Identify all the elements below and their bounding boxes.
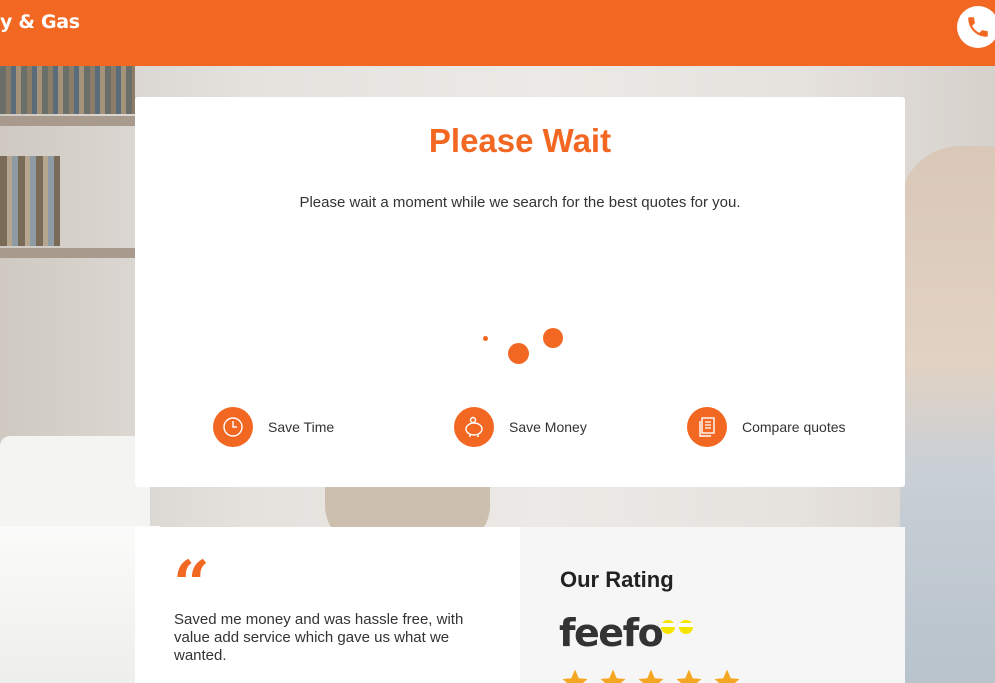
loading-message: Please wait a moment while we search for… xyxy=(299,194,741,211)
bookshelf-shelf xyxy=(0,248,135,258)
quote-icon: “ xyxy=(173,547,210,622)
top-header: y & Gas xyxy=(0,0,995,66)
phone-icon xyxy=(968,17,988,37)
bookshelf-books xyxy=(0,66,135,114)
feature-label: Save Money xyxy=(509,419,587,435)
feefo-logo[interactable]: feefo xyxy=(559,611,664,655)
star-icon xyxy=(600,669,626,683)
piggy-bank-icon xyxy=(454,407,494,447)
feature-save-money: Save Money xyxy=(454,407,614,447)
clock-icon xyxy=(213,407,253,447)
star-icon xyxy=(638,669,664,683)
star-icon xyxy=(676,669,702,683)
page-title: Please Wait xyxy=(428,122,612,159)
bookshelf-books xyxy=(0,156,60,246)
spinner-dot xyxy=(483,336,488,341)
star-icon xyxy=(714,669,740,683)
family-photo xyxy=(900,146,995,683)
rating-title: Our Rating xyxy=(560,567,674,592)
phone-button[interactable] xyxy=(957,6,995,48)
star-icon xyxy=(562,669,588,683)
feature-label: Compare quotes xyxy=(742,419,846,435)
documents-icon xyxy=(687,407,727,447)
feature-compare-quotes: Compare quotes xyxy=(687,407,877,447)
spinner-dot xyxy=(543,328,563,348)
spinner-dot xyxy=(508,343,529,364)
feature-label: Save Time xyxy=(268,419,335,435)
testimonial-card: “ Saved me money and was hassle free, wi… xyxy=(135,527,520,683)
rating-card: Our Rating feefo xyxy=(520,527,905,683)
please-wait-card: Please Wait Please wait a moment while w… xyxy=(135,97,905,487)
bookshelf-shelf xyxy=(0,116,135,126)
brand-logo-text[interactable]: y & Gas xyxy=(0,11,80,33)
testimonial-text: Saved me money and was hassle free, with… xyxy=(174,611,464,664)
feature-save-time: Save Time xyxy=(213,407,373,447)
feefo-eyes-icon xyxy=(661,620,693,634)
loading-spinner xyxy=(475,322,575,372)
